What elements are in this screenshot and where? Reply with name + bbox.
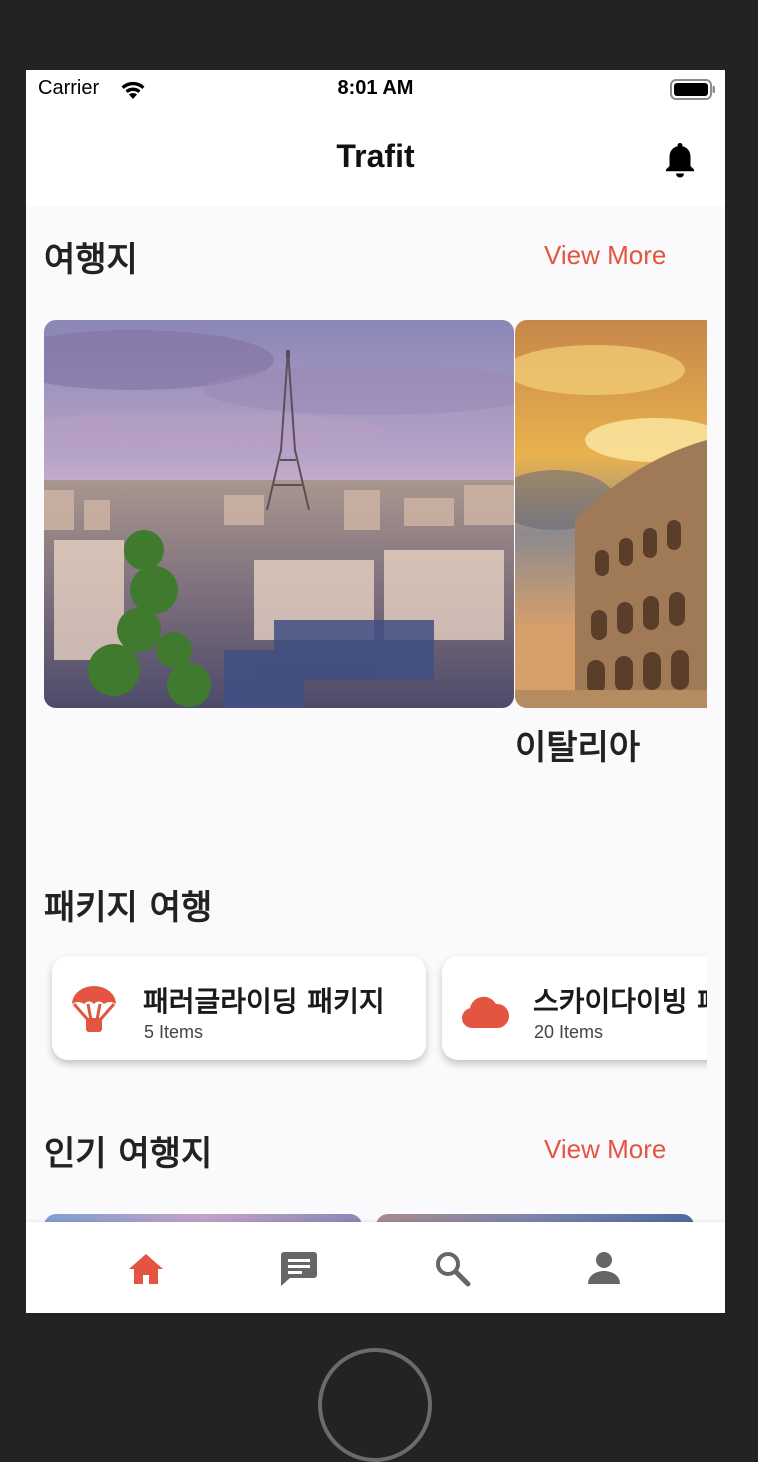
package-card-paragliding[interactable]: 패러글라이딩 패키지 5 Items [52,956,426,1060]
phone-screen: Carrier 8:01 AM Trafit 여행지 View More 이탈리… [26,70,725,1313]
destinations-view-more-link[interactable]: View More [544,240,666,271]
nav-search[interactable] [430,1246,474,1290]
destination-name-italy: 이탈리아 [515,728,641,768]
home-icon [129,1254,163,1284]
battery-icon [670,79,715,100]
search-icon [436,1252,471,1287]
device-home-button[interactable] [318,1348,432,1462]
destination-card-paris[interactable] [44,320,514,708]
nav-chat[interactable] [277,1246,321,1290]
package-card-skydiving[interactable]: 스카이다이빙 패키지 20 Items [442,956,707,1060]
nav-home[interactable] [124,1246,168,1290]
colosseum-rome-photo [515,320,707,708]
status-time: 8:01 AM [337,77,414,99]
home-content[interactable]: 여행지 View More 이탈리아 패키지 여행 패러글라이딩 패키지 5 I… [26,206,725,1234]
package-count: 20 Items [534,1022,604,1042]
person-icon [588,1252,620,1284]
package-list[interactable]: 패러글라이딩 패키지 5 Items 스카이다이빙 패키지 20 Items [44,946,707,1070]
eiffel-tower-paris-photo [44,320,514,708]
package-name: 스카이다이빙 패키지 [533,985,707,1018]
nav-profile[interactable] [582,1246,626,1290]
app-bar: Trafit [26,110,725,206]
package-name: 패러글라이딩 패키지 [143,985,385,1018]
bottom-navigation [26,1222,725,1313]
cloud-icon [461,996,510,1028]
device-frame: Carrier 8:01 AM Trafit 여행지 View More 이탈리… [0,0,758,1462]
package-count: 5 Items [144,1022,204,1042]
parachute-icon [72,986,116,1032]
popular-view-more-link[interactable]: View More [544,1134,666,1165]
bell-icon[interactable] [662,140,698,180]
packages-title: 패키지 여행 [44,888,213,928]
status-bar: Carrier 8:01 AM [26,70,725,110]
app-title: Trafit [336,138,415,174]
chat-icon [281,1252,317,1286]
destination-card-italy[interactable] [515,320,707,708]
destinations-title: 여행지 [44,240,138,280]
popular-title: 인기 여행지 [44,1134,213,1174]
